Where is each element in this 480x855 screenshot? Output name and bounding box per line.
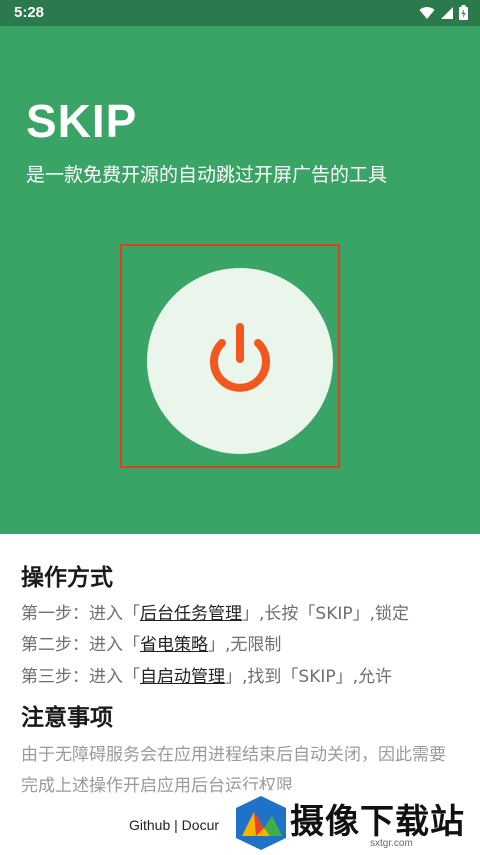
status-bar: 5:28: [0, 0, 480, 26]
step-prefix: 第二步：进入「: [21, 635, 140, 655]
notes-title: 注意事项: [21, 705, 113, 731]
step-suffix: 」,长按「SKIP」,锁定: [242, 604, 410, 624]
wifi-icon: [419, 6, 435, 19]
power-icon: [210, 323, 270, 392]
status-time: 5:28: [14, 4, 45, 21]
step-3: 第三步：进入「自启动管理」,找到「SKIP」,允许: [21, 662, 392, 687]
watermark: 摄像下载站 sxtgr.com: [232, 790, 480, 855]
battery-icon: [459, 5, 468, 20]
watermark-site: sxtgr.com: [370, 838, 413, 849]
footer-links: Github | Docur: [129, 817, 219, 833]
power-button[interactable]: [147, 268, 333, 454]
power-saving-policy-link[interactable]: 省电策略: [140, 635, 208, 655]
app-title: SKIP: [26, 95, 138, 147]
step-suffix: 」,无限制: [208, 635, 282, 655]
step-1: 第一步：进入「后台任务管理」,长按「SKIP」,锁定: [21, 599, 409, 624]
status-icons: [419, 5, 468, 20]
footer-separator: |: [174, 817, 178, 833]
instructions-title: 操作方式: [21, 565, 113, 591]
signal-icon: [441, 6, 453, 19]
hero-banner: SKIP 是一款免费开源的自动跳过开屏广告的工具: [0, 26, 480, 534]
step-2: 第二步：进入「省电策略」,无限制: [21, 630, 281, 655]
step-suffix: 」,找到「SKIP」,允许: [225, 667, 393, 687]
docs-link[interactable]: Docur: [182, 817, 219, 833]
step-prefix: 第三步：进入「: [21, 667, 140, 687]
autostart-manager-link[interactable]: 自启动管理: [140, 667, 225, 687]
app-tagline: 是一款免费开源的自动跳过开屏广告的工具: [26, 164, 388, 186]
background-task-manager-link[interactable]: 后台任务管理: [140, 604, 242, 624]
github-link[interactable]: Github: [129, 817, 170, 833]
watermark-logo-icon: [236, 796, 286, 850]
notes-text: 由于无障碍服务会在应用进程结束后自动关闭，因此需要完成上述操作开启应用后台运行权…: [21, 745, 446, 796]
watermark-text: 摄像下载站: [290, 802, 465, 842]
step-prefix: 第一步：进入「: [21, 604, 140, 624]
